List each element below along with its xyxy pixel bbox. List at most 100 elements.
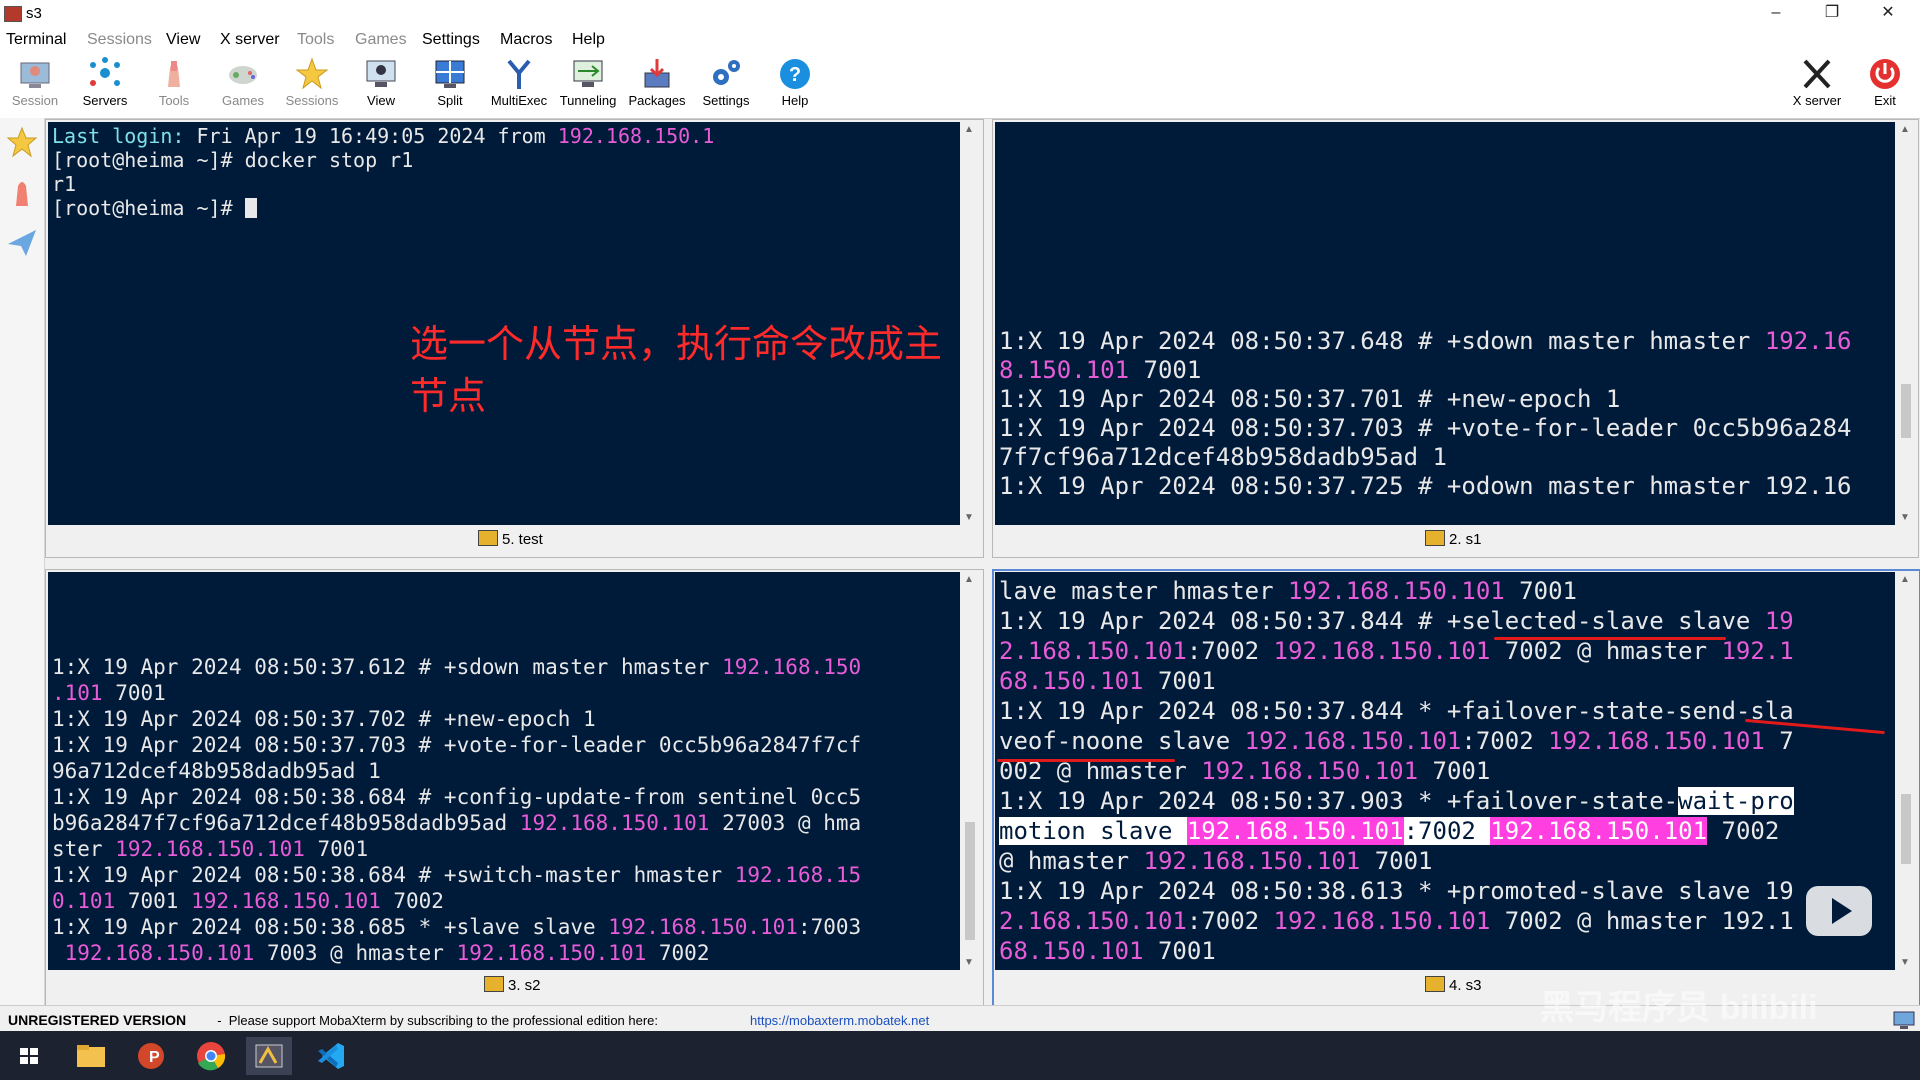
menu-x-server[interactable]: X server xyxy=(220,31,280,49)
view-button[interactable]: View xyxy=(348,54,414,114)
pane-label-s1[interactable]: 2. s1 xyxy=(1425,530,1482,554)
pane-label-s3[interactable]: 4. s3 xyxy=(1425,976,1482,1000)
s3-scrollbar[interactable]: ▲ ▼ xyxy=(1896,572,1916,970)
svg-text:?: ? xyxy=(789,64,801,86)
terminal-cursor xyxy=(244,198,257,218)
video-play-icon xyxy=(1806,886,1872,936)
taskbar-chrome[interactable] xyxy=(188,1037,234,1075)
underline-selected-slave xyxy=(1494,637,1726,640)
menu-settings[interactable]: Settings xyxy=(422,31,480,49)
terminal-s3[interactable]: lave master hmaster 192.168.150.101 7001… xyxy=(995,572,1895,970)
svg-text:P: P xyxy=(149,1049,160,1066)
chrome-icon xyxy=(197,1042,226,1071)
menu-terminal[interactable]: Terminal xyxy=(6,31,66,49)
test-scrollbar[interactable]: ▲ ▼ xyxy=(960,122,980,525)
tools-icon xyxy=(16,182,28,206)
help-button[interactable]: ? Help xyxy=(762,54,828,114)
session-icon xyxy=(20,62,50,88)
mobaxterm-logo-icon xyxy=(4,6,22,22)
windows-taskbar: P xyxy=(0,1031,1920,1080)
scroll-up-icon[interactable]: ▲ xyxy=(964,574,974,585)
taskbar-file-explorer[interactable] xyxy=(68,1037,114,1075)
menu-macros[interactable]: Macros xyxy=(500,31,552,49)
close-button[interactable]: ✕ xyxy=(1866,0,1910,28)
s1-scrollbar[interactable]: ▲ ▼ xyxy=(1896,122,1916,525)
power-icon xyxy=(1870,59,1900,89)
minimize-button[interactable]: – xyxy=(1754,0,1798,28)
scroll-up-icon[interactable]: ▲ xyxy=(1900,574,1910,585)
terminal-tab-icon xyxy=(1425,530,1445,546)
scroll-down-icon[interactable]: ▼ xyxy=(1900,957,1910,968)
taskbar-vscode[interactable] xyxy=(308,1037,354,1075)
terminal-s1[interactable]: 1:X 19 Apr 2024 08:50:37.648 # +sdown ma… xyxy=(995,122,1895,525)
servers-icon xyxy=(90,57,120,86)
annotation-text: 选一个从节点，执行命令改成主节点 xyxy=(410,322,943,418)
taskbar-mobaxterm[interactable] xyxy=(246,1037,292,1075)
menu-help[interactable]: Help xyxy=(572,31,605,49)
tools-icon xyxy=(168,61,180,87)
scroll-thumb[interactable] xyxy=(1901,794,1911,864)
monitor-icon[interactable] xyxy=(1892,1010,1916,1030)
folder-icon xyxy=(77,1045,105,1067)
servers-button[interactable]: Servers xyxy=(72,54,138,114)
paper-plane-icon xyxy=(8,230,36,256)
vscode-icon xyxy=(318,1043,344,1069)
mobaxterm-icon xyxy=(255,1044,283,1068)
sidebar-macros-tab[interactable] xyxy=(6,226,38,262)
scroll-down-icon[interactable]: ▼ xyxy=(964,512,974,523)
split-icon xyxy=(435,60,465,88)
games-icon xyxy=(229,66,257,84)
menu-view[interactable]: View xyxy=(166,31,200,49)
settings-button[interactable]: Settings xyxy=(693,54,759,114)
pane-label-s2[interactable]: 3. s2 xyxy=(484,976,541,1000)
mobatek-link[interactable]: https://mobaxterm.mobatek.net xyxy=(750,1013,929,1028)
tunneling-button[interactable]: Tunneling xyxy=(555,54,621,114)
help-icon: ? xyxy=(780,59,810,89)
sidebar-tools-tab[interactable] xyxy=(6,176,38,212)
toolbar: Session Servers Tools Games Sessions Vie… xyxy=(0,52,1920,119)
sessions-button[interactable]: Sessions xyxy=(279,54,345,114)
menu-bar: Terminal Sessions View X server Tools Ga… xyxy=(0,28,1920,52)
taskbar-powerpoint[interactable]: P xyxy=(128,1037,174,1075)
star-icon xyxy=(6,126,38,158)
terminal-tab-icon xyxy=(1425,976,1445,992)
multiexec-button[interactable]: MultiExec xyxy=(486,54,552,114)
scroll-up-icon[interactable]: ▲ xyxy=(1900,124,1910,135)
tunneling-icon xyxy=(573,60,603,87)
menu-tools[interactable]: Tools xyxy=(297,31,334,49)
scroll-thumb[interactable] xyxy=(965,822,975,940)
window-title: s3 xyxy=(26,5,42,22)
scroll-thumb[interactable] xyxy=(1901,384,1911,438)
exit-button[interactable]: Exit xyxy=(1852,54,1918,114)
scroll-down-icon[interactable]: ▼ xyxy=(1900,512,1910,523)
restore-button[interactable]: ❐ xyxy=(1810,0,1854,28)
view-icon xyxy=(366,60,396,87)
menu-sessions[interactable]: Sessions xyxy=(87,31,152,49)
s2-scrollbar[interactable]: ▲ ▼ xyxy=(960,572,980,970)
status-message: - Please support MobaXterm by subscribin… xyxy=(210,1013,659,1028)
unregistered-label: UNREGISTERED VERSION xyxy=(8,1012,187,1028)
windows-logo-icon xyxy=(20,1048,38,1064)
pane-label-test[interactable]: 5. test xyxy=(478,530,543,554)
scroll-down-icon[interactable]: ▼ xyxy=(964,957,974,968)
start-button[interactable] xyxy=(6,1037,52,1075)
multiexec-icon xyxy=(507,59,531,89)
games-button[interactable]: Games xyxy=(210,54,276,114)
gear-icon xyxy=(713,60,740,85)
x-server-icon xyxy=(1803,59,1831,89)
tools-button[interactable]: Tools xyxy=(141,54,207,114)
scroll-up-icon[interactable]: ▲ xyxy=(964,124,974,135)
split-button[interactable]: Split xyxy=(417,54,483,114)
title-bar: s3 – ❐ ✕ xyxy=(0,0,1920,28)
packages-button[interactable]: Packages xyxy=(624,54,690,114)
menu-games[interactable]: Games xyxy=(355,31,407,49)
x-server-button[interactable]: X server xyxy=(1784,54,1850,114)
star-icon xyxy=(295,57,329,90)
sidebar-sessions-tab[interactable] xyxy=(6,126,38,162)
session-button[interactable]: Session xyxy=(2,54,68,114)
terminal-tab-icon xyxy=(484,976,504,992)
powerpoint-icon: P xyxy=(138,1043,164,1069)
packages-icon xyxy=(644,59,670,88)
underline-veof-noone xyxy=(997,759,1175,762)
terminal-s2[interactable]: 1:X 19 Apr 2024 08:50:37.612 # +sdown ma… xyxy=(48,572,960,970)
